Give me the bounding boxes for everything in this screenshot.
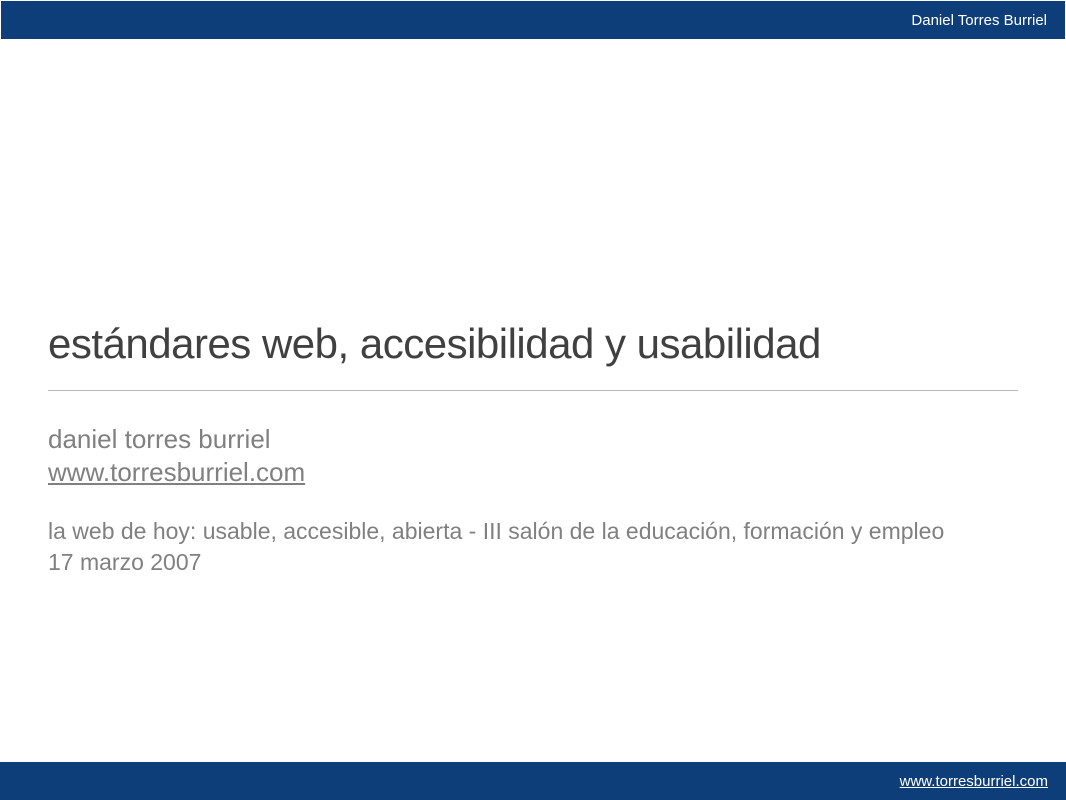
event-date: 17 marzo 2007 <box>48 547 1018 578</box>
author-name: daniel torres burriel <box>48 423 1018 456</box>
slide-content: estándares web, accesibilidad y usabilid… <box>48 320 1018 578</box>
footer-bar: www.torresburriel.com <box>0 762 1066 800</box>
title-divider <box>48 390 1018 391</box>
header-bar: Daniel Torres Burriel <box>1 1 1065 39</box>
event-description: la web de hoy: usable, accesible, abiert… <box>48 516 1018 547</box>
footer-url-link[interactable]: www.torresburriel.com <box>900 773 1048 790</box>
author-block: daniel torres burriel www.torresburriel.… <box>48 423 1018 488</box>
slide-title: estándares web, accesibilidad y usabilid… <box>48 320 1018 368</box>
header-author: Daniel Torres Burriel <box>911 12 1047 29</box>
author-url-link[interactable]: www.torresburriel.com <box>48 457 305 487</box>
event-block: la web de hoy: usable, accesible, abiert… <box>48 516 1018 578</box>
